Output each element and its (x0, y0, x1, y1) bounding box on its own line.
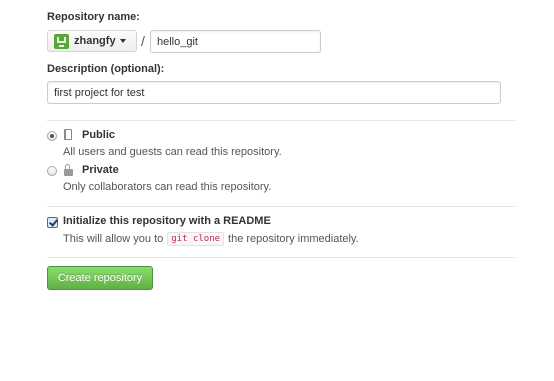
readme-option-description: This will allow you to git clone the rep… (63, 232, 359, 246)
owner-select-button[interactable]: zhangfy (47, 30, 137, 52)
readme-checkbox[interactable] (47, 217, 58, 228)
readme-desc-text-before: This will allow you to (63, 233, 164, 245)
repository-name-value: hello_git (157, 35, 198, 48)
git-clone-code: git clone (167, 232, 225, 246)
divider (47, 120, 515, 121)
repo-icon (64, 129, 72, 140)
owner-repo-separator: / (141, 33, 145, 49)
readme-option-title: Initialize this repository with a README (63, 215, 271, 227)
lock-icon (64, 164, 73, 176)
avatar (54, 33, 69, 49)
public-option-description: All users and guests can read this repos… (63, 146, 282, 158)
private-option-title: Private (82, 164, 119, 176)
private-radio[interactable] (47, 166, 57, 176)
description-input[interactable]: first project for test (47, 81, 501, 104)
public-option-title: Public (82, 129, 116, 141)
private-option-description: Only collaborators can read this reposit… (63, 181, 272, 193)
description-value: first project for test (54, 86, 145, 99)
create-repository-form: Repository name: zhangfy / hello_git Des… (0, 0, 554, 381)
description-label: Description (optional): (47, 63, 165, 75)
owner-name: zhangfy (74, 35, 116, 47)
repository-name-input[interactable]: hello_git (150, 30, 321, 53)
caret-down-icon (119, 39, 126, 43)
public-radio[interactable] (47, 131, 57, 141)
divider (47, 206, 515, 207)
create-repository-button[interactable]: Create repository (47, 266, 153, 290)
divider (47, 257, 515, 258)
readme-desc-text-after: the repository immediately. (228, 233, 359, 245)
repository-name-label: Repository name: (47, 11, 140, 23)
